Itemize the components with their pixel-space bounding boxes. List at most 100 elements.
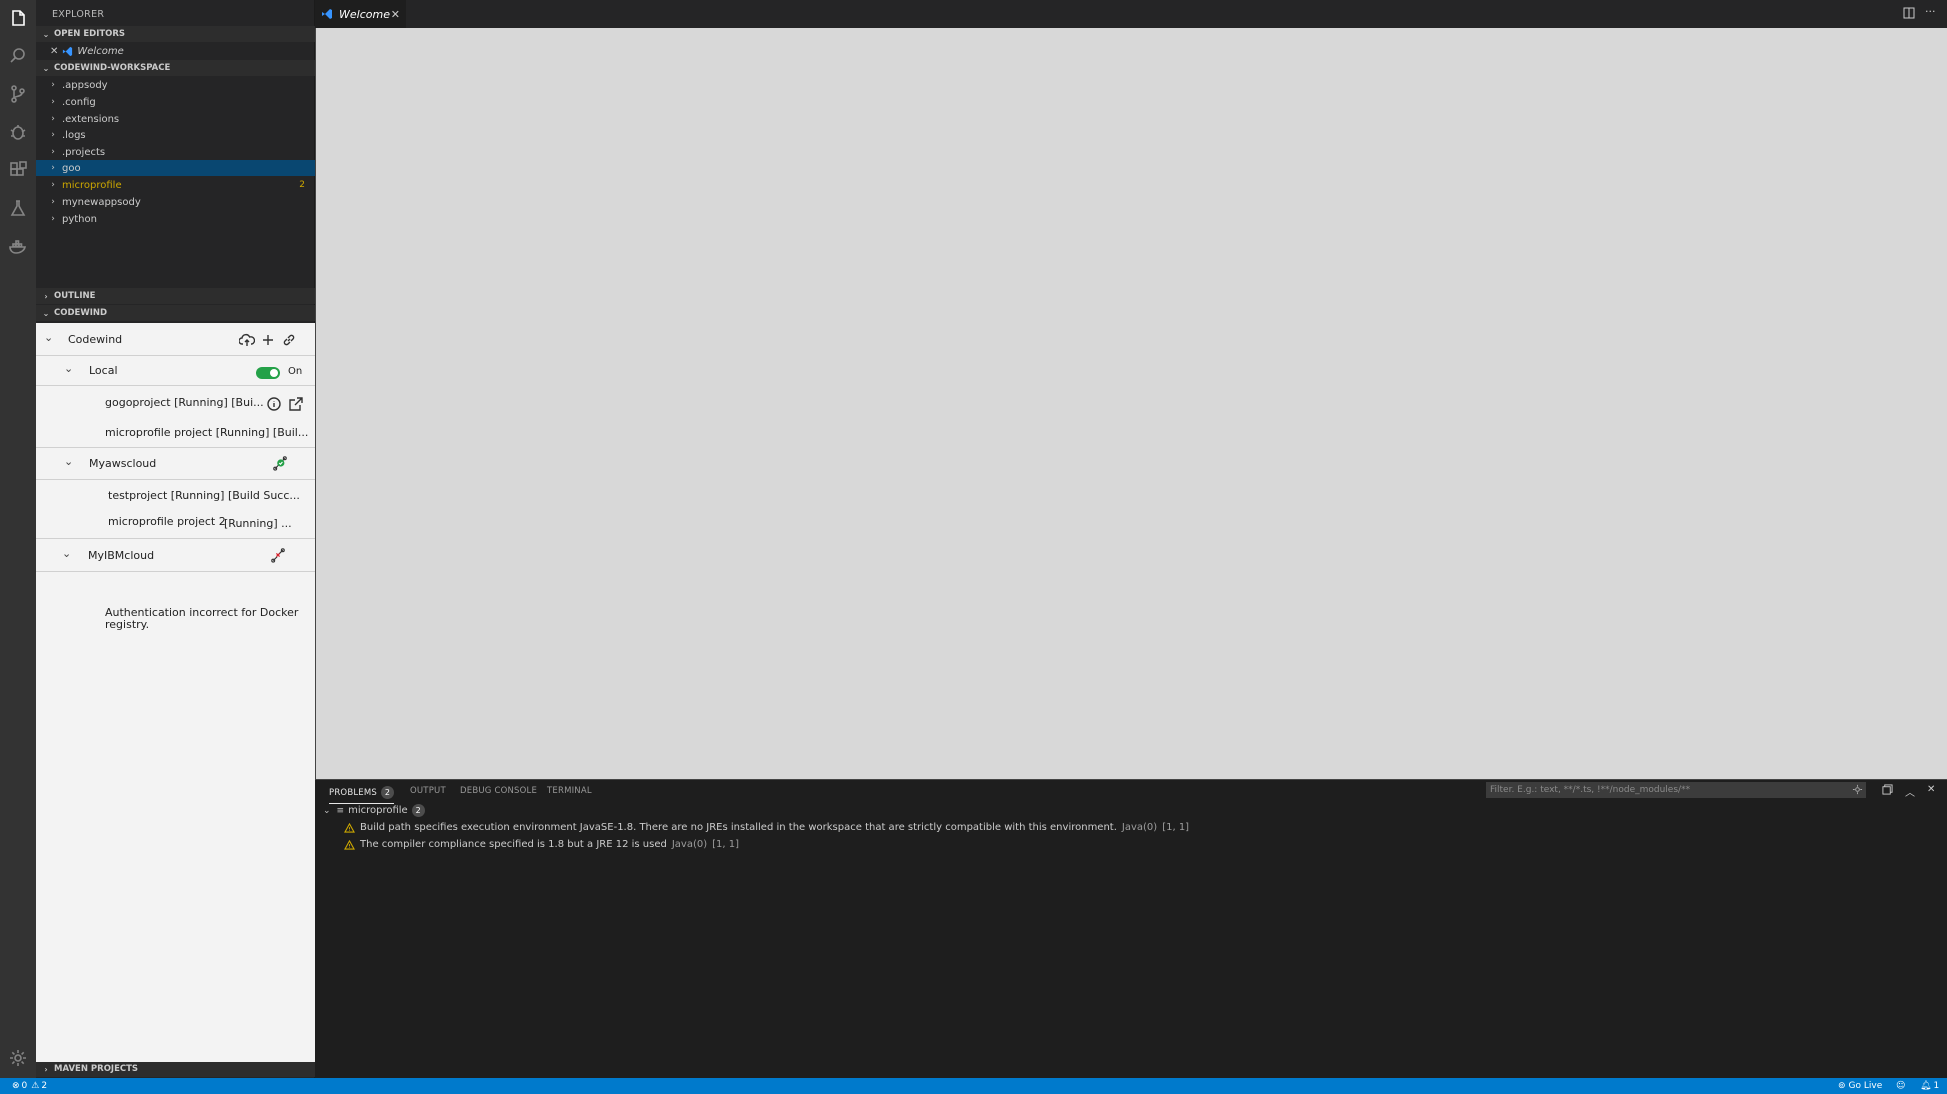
open-external-icon[interactable] [288,396,304,412]
myibmcloud-connection-row[interactable]: ⌄ MyIBMcloud [36,539,315,572]
problem-item[interactable]: The compiler compliance specified is 1.8… [344,839,739,850]
myawscloud-projects-group: testproject [Running] [Build Succ... mic… [36,480,315,539]
maven-projects-header[interactable]: › MAVEN PROJECTS [36,1061,315,1077]
chevron-right-icon: › [51,147,55,157]
chevron-down-icon: ⌄ [42,63,50,73]
vscode-logo-icon [63,46,73,56]
chevron-down-icon[interactable]: ⌄ [64,455,73,468]
maximize-panel-icon[interactable]: ︿ [1905,784,1915,799]
tab-terminal[interactable]: TERMINAL [547,786,592,796]
disconnected-icon [270,547,290,567]
chevron-right-icon: › [51,163,55,173]
problems-filter-input[interactable]: Filter. E.g.: text, **/*.ts, !**/node_mo… [1486,782,1866,798]
folder-item-warning[interactable]: › microprofile 2 [36,177,315,193]
codewind-tree: ⌄ Codewind ⌄ Local On gogoproject [Runni… [36,323,315,1062]
split-editor-icon[interactable] [1903,7,1915,22]
files-icon[interactable] [0,0,36,36]
open-editor-item-welcome[interactable]: ✕ Welcome [36,43,315,59]
codewind-header[interactable]: ⌄ CODEWIND [36,305,315,321]
docker-icon[interactable] [0,228,36,264]
local-toggle[interactable] [256,367,280,379]
close-panel-icon[interactable]: ✕ [1927,784,1935,795]
add-icon[interactable] [260,332,276,348]
project-item[interactable]: testproject [Running] [Build Succ... [108,489,300,502]
bell-icon: 🔔︎ [1920,1081,1932,1091]
myawscloud-connection-row[interactable]: ⌄ Myawscloud [36,448,315,480]
bottom-panel: PROBLEMS 2 OUTPUT DEBUG CONSOLE TERMINAL… [315,779,1947,1078]
chevron-right-icon: › [44,291,48,301]
folder-item[interactable]: › python [36,211,315,227]
warning-icon [344,839,355,850]
folder-item[interactable]: › .config [36,94,315,110]
go-live-button[interactable]: ⊚ Go Live [1838,1081,1882,1091]
outline-header[interactable]: › OUTLINE [36,288,315,304]
group-count-badge: 2 [411,804,425,817]
folder-item-selected[interactable]: › goo [36,160,315,176]
chevron-down-icon: ⌄ [42,29,50,39]
folder-item[interactable]: › mynewappsody [36,194,315,210]
error-icon: ⊗ [12,1081,20,1091]
chevron-right-icon: › [51,80,55,90]
folder-item[interactable]: › .logs [36,127,315,143]
extensions-icon[interactable] [0,152,36,188]
folder-item[interactable]: › .projects [36,144,315,160]
editor-tab-bar: Welcome ✕ ··· [315,0,1947,28]
connected-icon [272,455,292,475]
local-projects-group: gogoproject [Running] [Bui... microprofi… [36,386,315,448]
notifications-status[interactable]: 🔔︎ 1 [1920,1081,1939,1091]
file-icon: ≡ [336,805,345,816]
problems-status[interactable]: ⊗ 0 ⚠ 2 [12,1081,47,1091]
search-icon[interactable] [0,38,36,74]
cloud-upload-icon[interactable] [238,332,256,348]
chevron-down-icon: ⌄ [323,805,331,816]
problems-count-badge: 2 [381,786,394,799]
warning-count: 2 [299,180,305,190]
close-icon[interactable]: ✕ [50,46,58,57]
folder-item[interactable]: › .appsody [36,77,315,93]
chevron-right-icon: › [44,1064,48,1074]
project-item[interactable]: gogoproject [Running] [Bui... [105,396,264,409]
project-status: [Running] ... [224,517,292,530]
source-control-icon[interactable] [0,76,36,112]
warning-icon [344,822,355,833]
problem-group-microprofile[interactable]: ⌄ ≡ microprofile 2 [323,804,425,817]
info-icon[interactable] [266,396,282,412]
chevron-down-icon[interactable]: ⌄ [64,362,73,375]
chevron-right-icon: › [51,97,55,107]
close-icon[interactable]: ✕ [391,8,400,21]
tab-output[interactable]: OUTPUT [410,786,446,796]
chevron-right-icon: › [51,214,55,224]
project-item[interactable]: microprofile project 2 [108,515,226,528]
welcome-editor-area[interactable] [315,28,1947,779]
problem-item[interactable]: Build path specifies execution environme… [344,822,1189,833]
chevron-right-icon: › [51,197,55,207]
tab-debug-console[interactable]: DEBUG CONSOLE [460,786,537,796]
vscode-logo-icon [322,9,332,19]
status-bar: ⊗ 0 ⚠ 2 ⊚ Go Live ☺ 🔔︎ 1 [0,1078,1947,1094]
chevron-down-icon[interactable]: ⌄ [44,331,53,344]
workspace-header[interactable]: ⌄ CODEWIND-WORKSPACE [36,60,315,76]
open-editors-header[interactable]: ⌄ OPEN EDITORS [36,26,315,42]
filter-settings-icon[interactable] [1852,784,1863,798]
debug-icon[interactable] [0,114,36,150]
collapse-all-icon[interactable] [1882,784,1893,798]
settings-gear-icon[interactable] [0,1040,36,1076]
broadcast-icon: ⊚ [1838,1081,1846,1091]
feedback-icon[interactable]: ☺ [1896,1081,1905,1091]
more-actions-icon[interactable]: ··· [1925,5,1936,18]
activity-bar [0,0,36,1078]
chevron-right-icon: › [51,130,55,140]
test-flask-icon[interactable] [0,190,36,226]
project-item[interactable]: microprofile project [Running] [Buil... [105,426,308,439]
codewind-root-row[interactable]: ⌄ Codewind [36,323,315,356]
tab-problems[interactable]: PROBLEMS 2 [329,786,394,804]
chevron-right-icon: › [51,114,55,124]
tab-welcome[interactable]: Welcome ✕ [315,0,407,28]
chevron-down-icon: ⌄ [42,308,50,318]
local-connection-row[interactable]: ⌄ Local On [36,356,315,386]
sidebar-title: EXPLORER [52,9,105,20]
chevron-right-icon: › [51,180,55,190]
chevron-down-icon[interactable]: ⌄ [62,547,71,560]
link-icon[interactable] [281,332,297,348]
folder-item[interactable]: › .extensions [36,111,315,127]
